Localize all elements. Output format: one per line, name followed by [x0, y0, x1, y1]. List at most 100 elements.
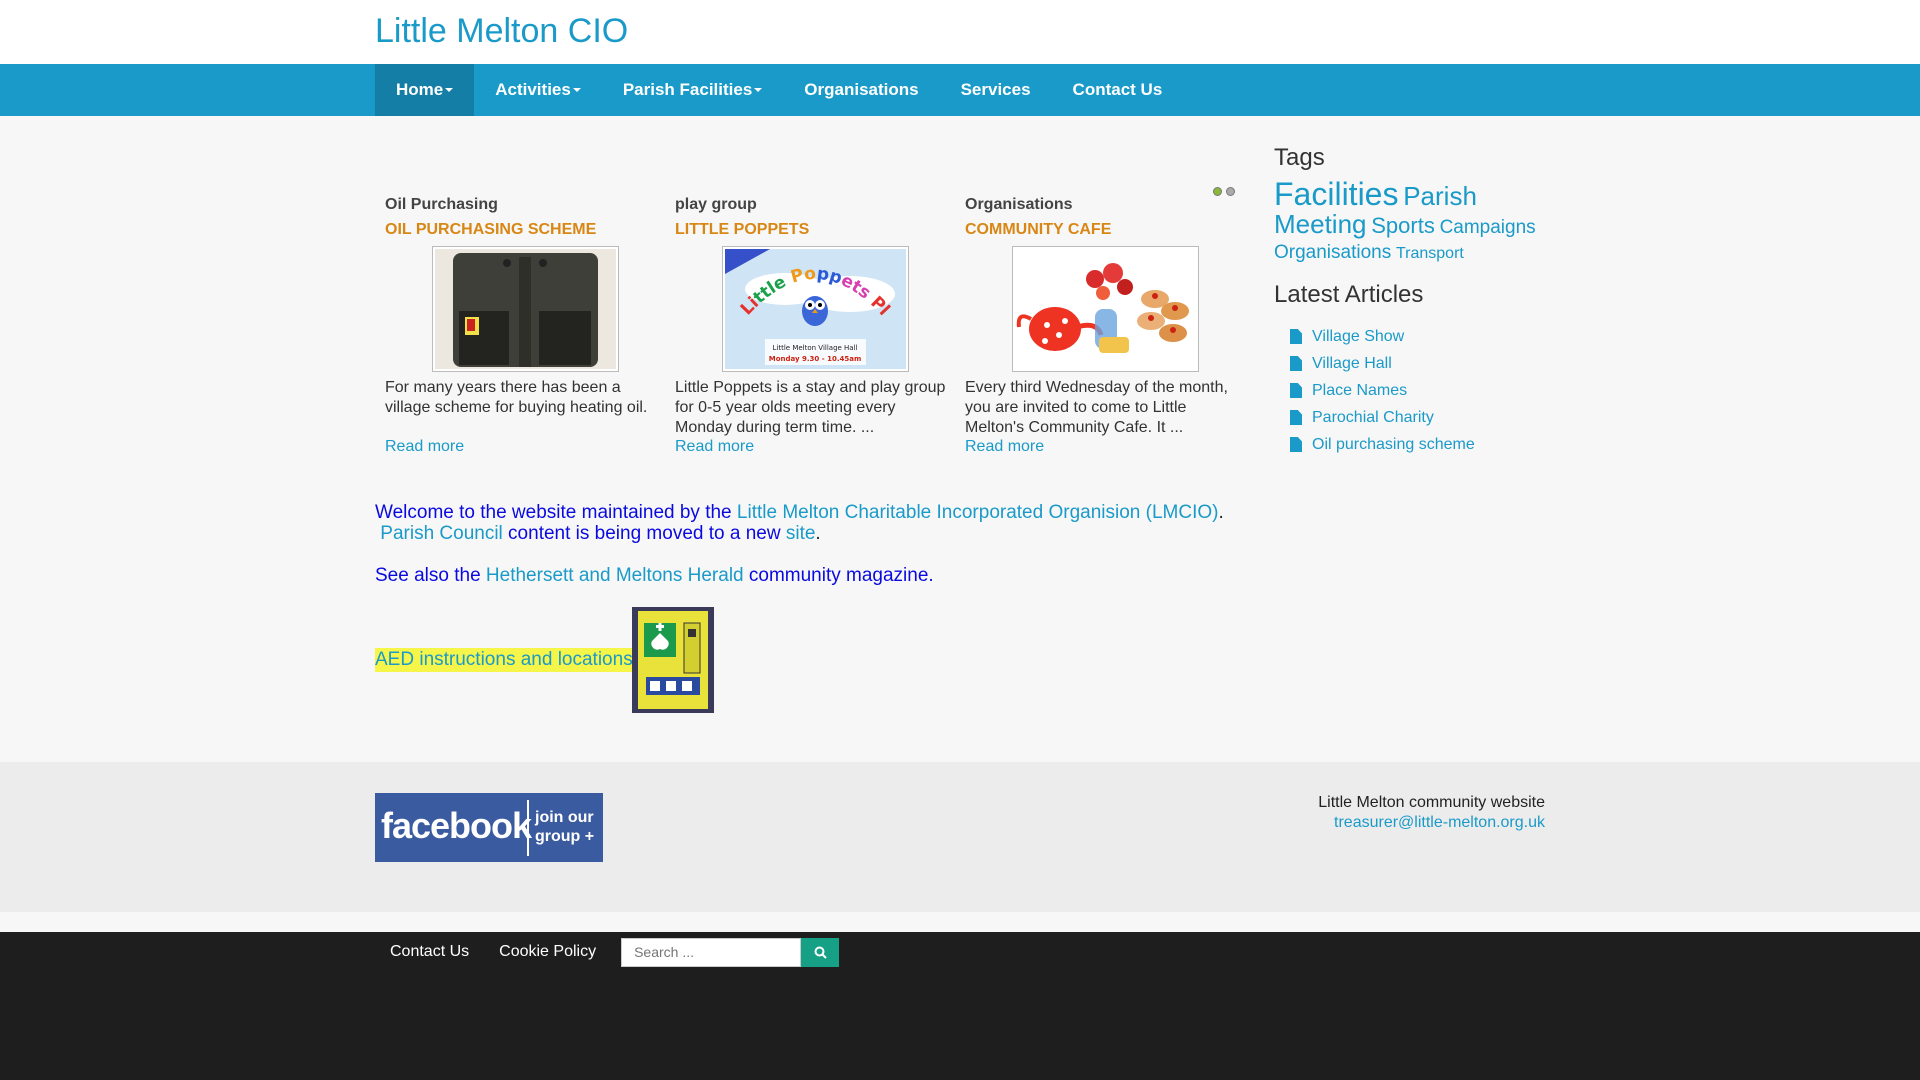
search-button[interactable] [801, 937, 840, 967]
parish-council-link[interactable]: Parish Council [380, 523, 503, 544]
tea-and-cakes-image[interactable] [1011, 246, 1199, 372]
document-icon [1290, 329, 1302, 344]
welcome-dot-1: . [1218, 502, 1224, 523]
oil-tank-image-art [434, 249, 616, 369]
nav-activities[interactable]: Activities [474, 64, 602, 116]
search-form [621, 937, 840, 967]
playgroup-poster-art: Little Poppets Playgroup Little Melton V… [724, 249, 906, 369]
welcome-text: Welcome to the website maintained by the… [375, 502, 1235, 544]
tags-heading: Tags [1274, 144, 1325, 171]
card-title[interactable]: LITTLE POPPETS [675, 221, 955, 239]
card-title[interactable]: OIL PURCHASING SCHEME [385, 221, 665, 239]
new-site-link[interactable]: site [786, 523, 816, 544]
nav-contact-us[interactable]: Contact Us [1052, 64, 1184, 116]
nav-parish-facilities-label: Parish Facilities [622, 80, 753, 99]
footer-contact: Little Melton community website treasure… [1318, 793, 1545, 833]
nav-services[interactable]: Services [940, 64, 1052, 116]
see-also-post: community magazine. [743, 565, 934, 586]
nav-home-label: Home [396, 80, 444, 99]
bottom-contact-us-link[interactable]: Contact Us [375, 943, 484, 961]
article-link[interactable]: Oil purchasing scheme [1312, 436, 1475, 454]
herald-link[interactable]: Hethersett and Meltons Herald [486, 565, 744, 586]
carousel-dot-1[interactable] [1213, 187, 1222, 196]
document-icon [1290, 410, 1302, 425]
carousel-card-community-cafe: Organisations COMMUNITY CAFE Every third… [965, 196, 1245, 456]
chevron-down-icon [572, 88, 581, 92]
card-category[interactable]: Oil Purchasing [385, 196, 665, 214]
document-icon [1290, 356, 1302, 371]
aed-defibrillator-cabinet[interactable] [632, 607, 714, 713]
oil-tank-image[interactable] [431, 246, 619, 372]
carousel-dot-2[interactable] [1226, 187, 1235, 196]
nav-services-label: Services [960, 80, 1031, 99]
list-item: Village Show [1274, 323, 1574, 350]
document-icon [1290, 383, 1302, 398]
see-also-pre: See also the [375, 565, 486, 586]
footer-site-text: Little Melton community website [1318, 794, 1545, 811]
welcome-mid: content is being moved to a new [502, 523, 786, 544]
list-item: Oil purchasing scheme [1274, 431, 1574, 458]
lmcio-link[interactable]: Little Melton Charitable Incorporated Or… [737, 502, 1219, 523]
nav-organisations[interactable]: Organisations [783, 64, 939, 116]
document-icon [1290, 437, 1302, 452]
cookie-policy-link[interactable]: Cookie Policy [484, 943, 611, 961]
latest-articles-heading: Latest Articles [1274, 281, 1424, 308]
nav-activities-label: Activities [495, 80, 571, 99]
article-link[interactable]: Parochial Charity [1312, 409, 1434, 427]
carousel-dots [1213, 187, 1235, 196]
tag-campaigns[interactable]: Campaigns [1440, 217, 1536, 238]
facebook-join-text: join our group + [535, 808, 594, 846]
tag-sports[interactable]: Sports [1371, 213, 1435, 238]
list-item: Village Hall [1274, 350, 1574, 377]
tea-cakes-art [1014, 249, 1196, 369]
article-link[interactable]: Village Hall [1312, 355, 1392, 373]
read-more-link[interactable]: Read more [675, 438, 955, 456]
facebook-join-button[interactable]: facebook join our group + [375, 793, 603, 862]
nav-parish-facilities[interactable]: Parish Facilities [602, 64, 783, 116]
facebook-join-line-1: join our [535, 809, 594, 826]
main-content [0, 116, 1920, 762]
little-poppets-playgroup-poster[interactable]: Little Poppets Playgroup Little Melton V… [721, 246, 909, 372]
list-item: Place Names [1274, 377, 1574, 404]
main-nav: Home Activities Parish Facilities Organi… [375, 64, 1183, 116]
welcome-dot-2: . [815, 523, 821, 544]
facebook-logo-text: facebook [381, 805, 532, 846]
facebook-divider [527, 800, 529, 856]
nav-organisations-label: Organisations [804, 80, 919, 99]
poster-time: Monday 9.30 - 10.45am [768, 355, 861, 363]
card-description: Little Poppets is a stay and play group … [675, 379, 946, 436]
bottom-bar [0, 932, 1920, 1080]
footer-email-link[interactable]: treasurer@little-melton.org.uk [1334, 814, 1545, 831]
facebook-join-line-2: group + [535, 828, 595, 845]
bottom-nav: Contact Us Cookie Policy [375, 932, 840, 972]
card-description: Every third Wednesday of the month, you … [965, 379, 1228, 436]
tag-organisations[interactable]: Organisations [1274, 242, 1391, 263]
see-also-text: See also the Hethersett and Meltons Hera… [375, 565, 934, 587]
tag-transport[interactable]: Transport [1396, 245, 1464, 262]
read-more-link[interactable]: Read more [385, 438, 665, 456]
footer [0, 762, 1920, 912]
aed-link[interactable]: AED instructions and locations [375, 648, 635, 672]
article-link[interactable]: Place Names [1312, 382, 1407, 400]
card-description: For many years there has been a village … [385, 379, 648, 416]
article-link[interactable]: Village Show [1312, 328, 1404, 346]
list-item: Parochial Charity [1274, 404, 1574, 431]
card-category[interactable]: Organisations [965, 196, 1245, 214]
aed-cabinet-art [632, 607, 714, 713]
nav-contact-us-label: Contact Us [1072, 80, 1163, 99]
main-navbar: Home Activities Parish Facilities Organi… [0, 64, 1920, 116]
sidebar: Tags Facilities Parish Meeting Sports Ca… [1274, 144, 1574, 458]
card-title[interactable]: COMMUNITY CAFE [965, 221, 1245, 239]
welcome-pre: Welcome to the website maintained by the [375, 502, 737, 523]
card-category[interactable]: play group [675, 196, 955, 214]
tag-cloud: Facilities Parish Meeting Sports Campaig… [1274, 178, 1574, 266]
search-input[interactable] [621, 937, 802, 967]
chevron-down-icon [445, 88, 454, 92]
read-more-link[interactable]: Read more [965, 438, 1245, 456]
site-title[interactable]: Little Melton CIO [375, 12, 628, 51]
carousel-card-oil: Oil Purchasing OIL PURCHASING SCHEME For… [385, 196, 665, 456]
tag-facilities[interactable]: Facilities [1274, 176, 1398, 212]
search-icon [814, 946, 827, 959]
carousel-card-playgroup: play group LITTLE POPPETS Little Poppets… [675, 196, 955, 456]
nav-home[interactable]: Home [375, 64, 475, 116]
